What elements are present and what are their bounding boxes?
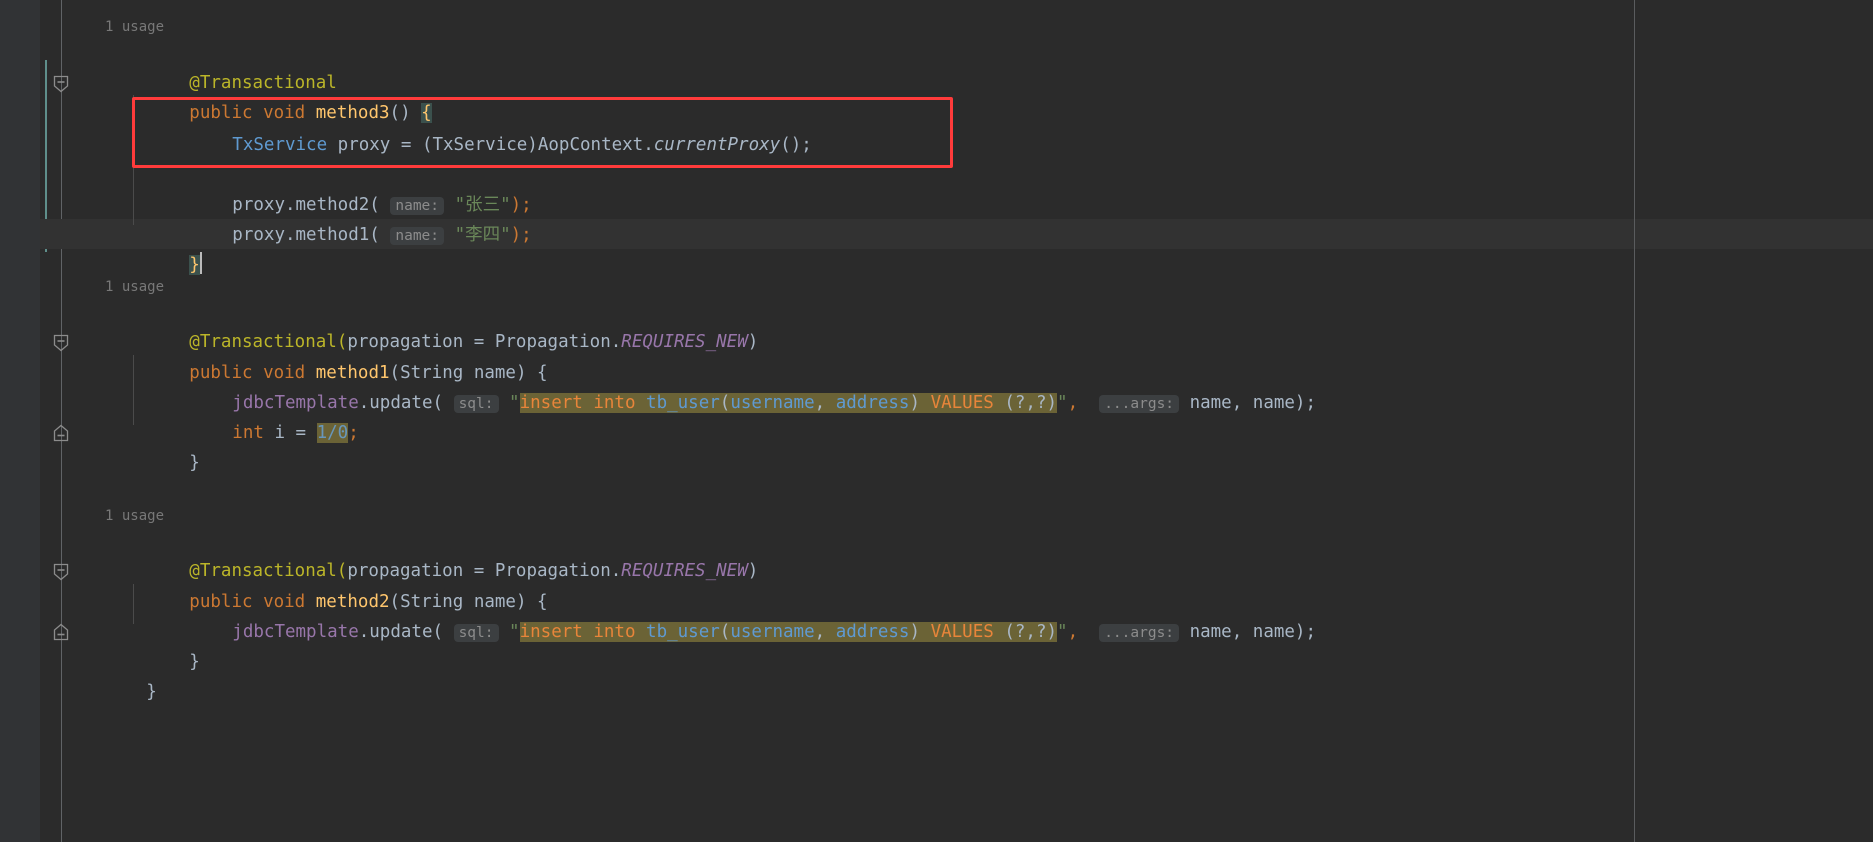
- code-line[interactable]: }: [0, 418, 1873, 473]
- code-line[interactable]: }: [0, 617, 1873, 672]
- code-line[interactable]: int i = 1/0;: [0, 388, 1873, 443]
- code-line[interactable]: proxy.method1( name: "李四");: [0, 190, 1873, 245]
- call-tail: ();: [780, 135, 812, 155]
- code-line[interactable]: public void method1(String name) {: [0, 328, 1873, 383]
- code-line[interactable]: @Transactional(propagation = Propagation…: [0, 526, 1873, 581]
- class-brace-close: }: [146, 682, 157, 702]
- method-currentproxy: currentProxy: [653, 135, 781, 155]
- code-line[interactable]: public void method3() {: [0, 68, 1873, 123]
- text-caret: [199, 252, 202, 274]
- code-line[interactable]: }: [0, 647, 1873, 702]
- code-line[interactable]: jdbcTemplate.update( sql: "insert into t…: [0, 358, 1873, 413]
- type-txservice: TxService: [232, 135, 328, 155]
- code-line[interactable]: jdbcTemplate.update( sql: "insert into t…: [0, 587, 1873, 642]
- code-line[interactable]: @Transactional(propagation = Propagation…: [0, 297, 1873, 352]
- code-line[interactable]: public void method2(String name) {: [0, 557, 1873, 612]
- code-editor[interactable]: 1 usage @Transactional public void metho…: [0, 0, 1873, 842]
- code-line[interactable]: proxy.method2( name: "张三");: [0, 160, 1873, 215]
- code-line[interactable]: @Transactional: [0, 38, 1873, 93]
- code-line[interactable]: TxService proxy = (TxService)AopContext.…: [0, 100, 1873, 155]
- code-content[interactable]: 1 usage @Transactional public void metho…: [0, 0, 1873, 842]
- code-line[interactable]: }: [0, 220, 1873, 275]
- cast-txservice: (TxService): [421, 135, 538, 155]
- brace-close: }: [189, 453, 200, 473]
- variable-proxy: proxy =: [327, 135, 422, 155]
- class-aopcontext: AopContext.: [537, 135, 654, 155]
